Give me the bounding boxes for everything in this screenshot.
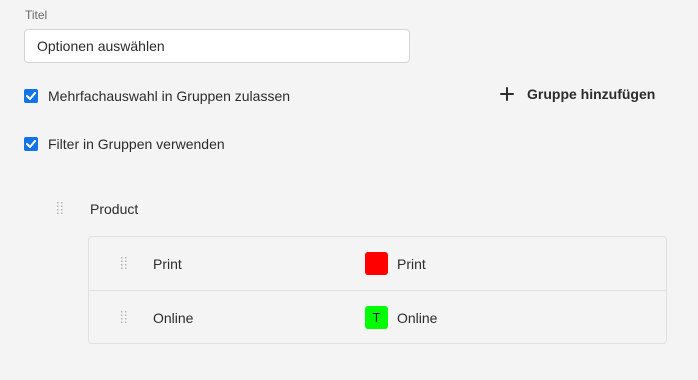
use-filter-checkbox-row[interactable]: Filter in Gruppen verwenden	[24, 136, 225, 152]
use-filter-label: Filter in Gruppen verwenden	[48, 136, 225, 152]
multi-select-checkbox[interactable]	[24, 89, 38, 103]
color-swatch[interactable]: T	[365, 306, 388, 329]
swatch-label: Print	[397, 256, 426, 272]
multi-select-checkbox-row[interactable]: Mehrfachauswahl in Gruppen zulassen	[24, 88, 290, 104]
title-label: Titel	[25, 8, 48, 22]
checkmark-icon	[26, 140, 36, 148]
add-group-button[interactable]: Gruppe hinzufügen	[500, 86, 655, 102]
multi-select-label: Mehrfachauswahl in Gruppen zulassen	[48, 88, 291, 104]
checkmark-icon	[26, 92, 36, 100]
group-options-list: Print Print Online T Online	[88, 236, 667, 344]
swatch-label: Online	[397, 310, 438, 326]
list-item[interactable]: Online T Online	[89, 291, 666, 345]
group-drag-handle-icon[interactable]	[57, 201, 63, 217]
drag-handle-icon[interactable]	[121, 310, 127, 326]
use-filter-checkbox[interactable]	[24, 137, 38, 151]
title-input[interactable]	[24, 29, 410, 63]
color-swatch[interactable]	[365, 252, 388, 275]
drag-handle-icon[interactable]	[121, 256, 127, 272]
option-name: Online	[153, 310, 194, 326]
plus-icon	[500, 87, 514, 101]
group-name: Product	[90, 201, 139, 217]
list-item[interactable]: Print Print	[89, 237, 666, 291]
option-name: Print	[153, 256, 182, 272]
add-group-label: Gruppe hinzufügen	[527, 86, 656, 102]
